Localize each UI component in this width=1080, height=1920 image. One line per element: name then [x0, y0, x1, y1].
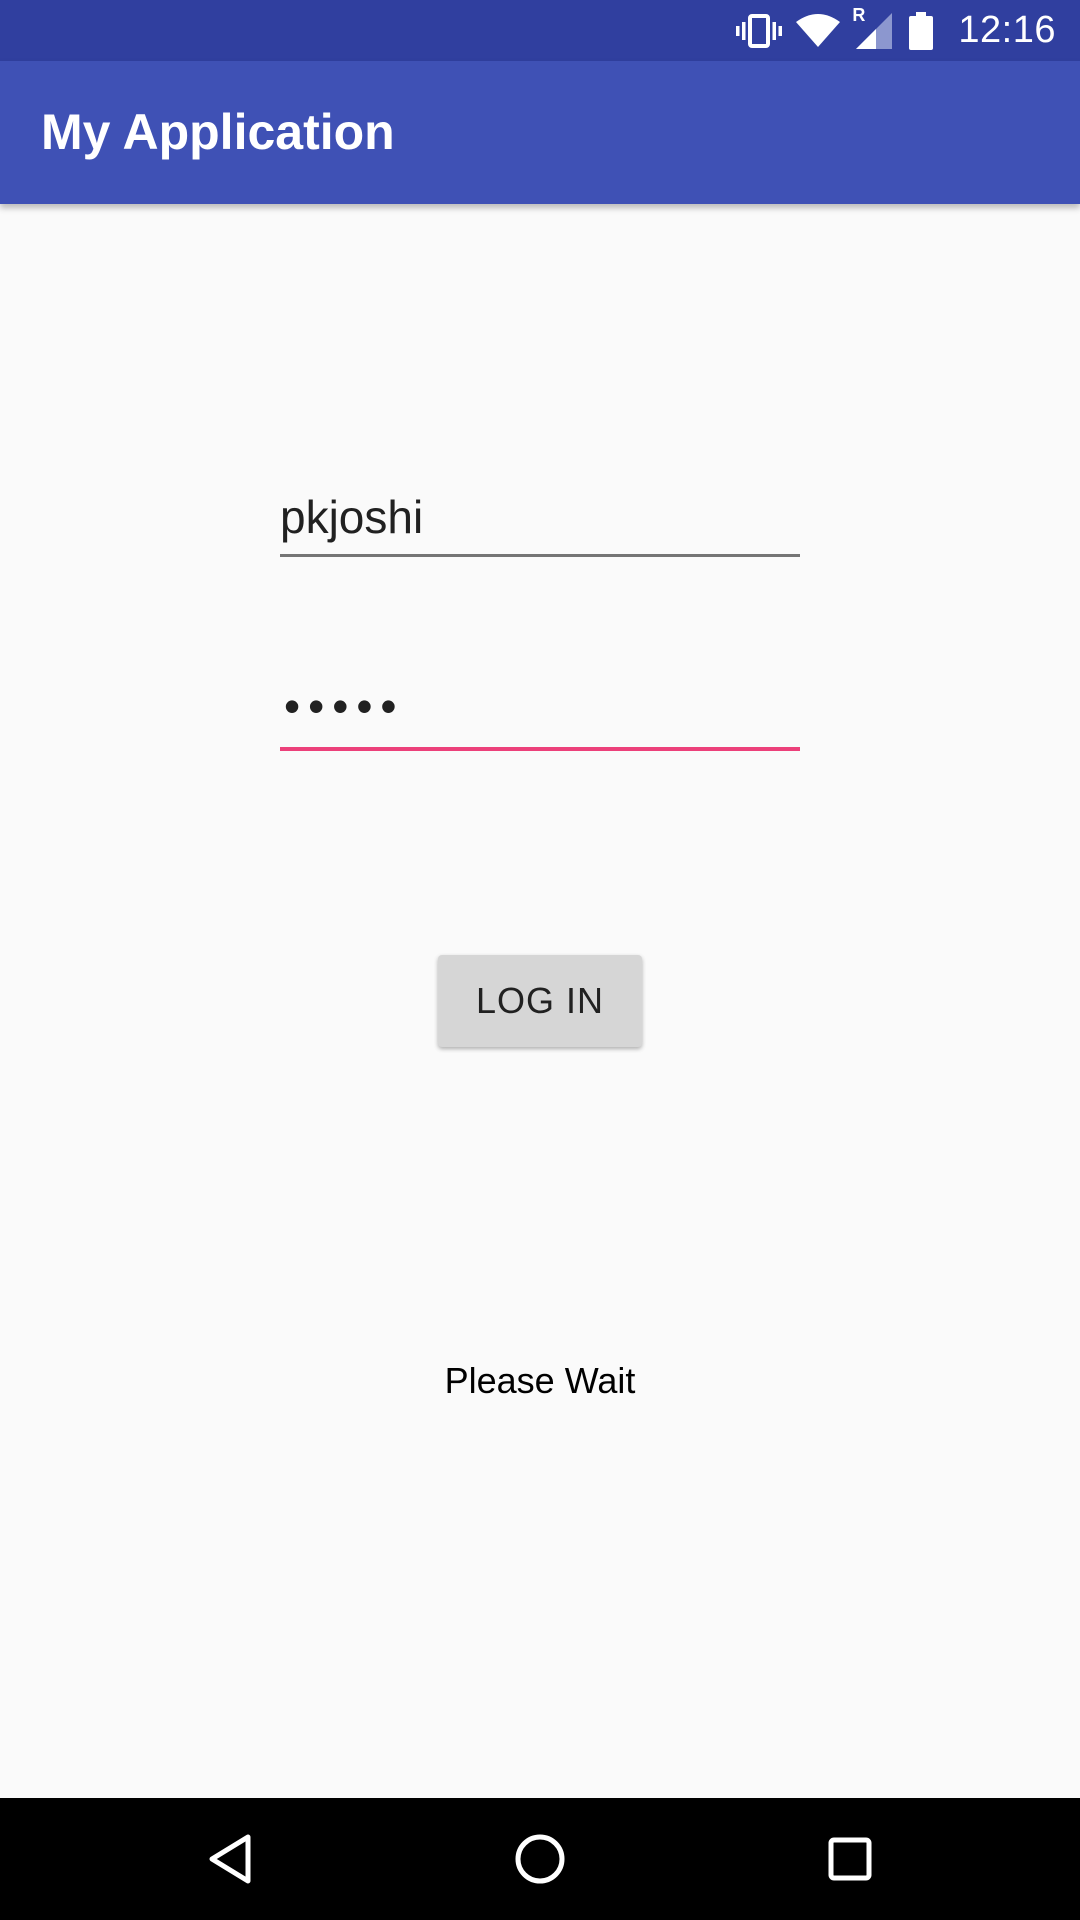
status-icons: R 12:16 [722, 0, 1056, 61]
navigation-bar [0, 1798, 1080, 1920]
password-value: ••••• [284, 680, 405, 732]
cell-signal-roaming-icon: R [852, 5, 894, 51]
recents-button[interactable] [790, 1798, 910, 1920]
home-button[interactable] [480, 1798, 600, 1920]
wifi-icon [796, 13, 841, 48]
username-field[interactable]: pkjoshi [280, 480, 800, 557]
status-time: 12:16 [958, 9, 1056, 51]
password-field[interactable]: ••••• [280, 672, 800, 751]
status-message: Please Wait [444, 1360, 636, 1401]
screen: R 12:16 My Application pkjoshi ••••• LOG… [0, 0, 1080, 1920]
login-button[interactable]: LOG IN [438, 955, 642, 1047]
back-icon [209, 1834, 251, 1884]
app-title: My Application [41, 104, 395, 160]
app-bar: My Application [0, 61, 1080, 204]
home-icon [515, 1834, 565, 1884]
back-button[interactable] [170, 1798, 290, 1920]
roaming-indicator: R [852, 4, 866, 25]
battery-icon [908, 11, 934, 50]
vibrate-icon [736, 13, 783, 49]
status-bar: R 12:16 [0, 0, 1080, 61]
recents-icon [828, 1837, 872, 1881]
username-value: pkjoshi [280, 491, 424, 543]
